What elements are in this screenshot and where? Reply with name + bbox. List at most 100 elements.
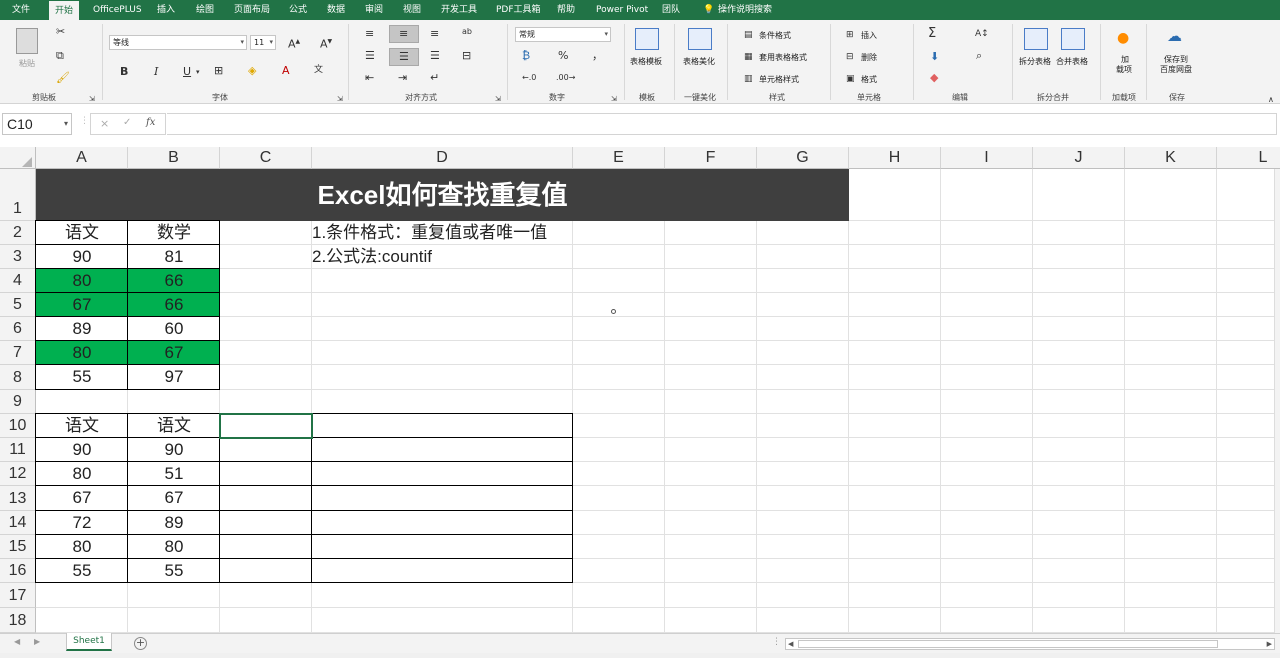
scroll-right-arrow-icon[interactable]: ▶ xyxy=(1267,639,1272,649)
percent-button[interactable]: % xyxy=(558,50,568,62)
borders-icon[interactable]: ⊞ xyxy=(214,65,223,77)
tab-insert[interactable]: 插入 xyxy=(157,0,175,20)
tab-draw[interactable]: 绘图 xyxy=(196,0,214,20)
name-box[interactable]: C10 ▾ xyxy=(2,113,72,135)
tab-review[interactable]: 审阅 xyxy=(365,0,383,20)
table1-cell[interactable]: 90 xyxy=(36,245,128,269)
tab-formulas[interactable]: 公式 xyxy=(289,0,307,20)
table2-header[interactable]: 语文 xyxy=(36,414,128,438)
tab-officeplus[interactable]: OfficePLUS xyxy=(93,0,142,20)
scroll-left-arrow-icon[interactable]: ◀ xyxy=(788,639,793,649)
row-header-4[interactable]: 4 xyxy=(0,269,36,293)
row-header-3[interactable]: 3 xyxy=(0,245,36,269)
increase-decimal-icon[interactable]: ←.0 xyxy=(522,72,536,84)
table-template-button[interactable]: 表格模板 xyxy=(630,56,662,67)
save-to-cloud-line2[interactable]: 百度网盘 xyxy=(1160,64,1192,75)
format-painter-icon[interactable]: 🖌 xyxy=(56,72,70,84)
tab-pdf-tools[interactable]: PDF工具箱 xyxy=(496,0,541,20)
note-countif[interactable]: 2.公式法:countif xyxy=(312,245,432,269)
align-top-icon[interactable]: ≡ xyxy=(365,28,374,40)
increase-font-icon[interactable]: A▲ xyxy=(288,36,300,51)
delete-cells-button[interactable]: 删除 xyxy=(861,52,877,63)
table2-cell[interactable]: 67 xyxy=(36,486,128,510)
currency-icon[interactable]: ₿ xyxy=(522,50,530,62)
table1-cell[interactable]: 80 xyxy=(36,341,128,365)
sheet-tab-sheet1[interactable]: Sheet1 xyxy=(66,633,112,651)
baidu-cloud-icon[interactable]: ☁ xyxy=(1167,29,1182,44)
worksheet-grid[interactable]: A B C D E F G H I J K L 1 2 3 4 5 6 7 8 9 10 11 12 13 14 15 16 17 18 E… xyxy=(0,147,1280,633)
row-header-14[interactable]: 14 xyxy=(0,511,36,535)
orientation-icon[interactable]: ab xyxy=(462,26,472,38)
column-header-j[interactable]: J xyxy=(1033,147,1125,169)
table2-cell[interactable]: 89 xyxy=(128,511,220,535)
table1-cell[interactable]: 81 xyxy=(128,245,220,269)
underline-button[interactable]: U xyxy=(183,66,191,78)
number-format-select[interactable]: 常规 ▾ xyxy=(515,27,611,42)
table1-cell[interactable]: 89 xyxy=(36,317,128,341)
scrollbar-thumb[interactable] xyxy=(798,640,1218,648)
enter-button[interactable]: ✓ xyxy=(123,117,131,128)
table2-cell[interactable]: 90 xyxy=(128,438,220,462)
row-header-15[interactable]: 15 xyxy=(0,535,36,559)
tab-data[interactable]: 数据 xyxy=(327,0,345,20)
table1-cell[interactable]: 97 xyxy=(128,365,220,389)
table2-cell[interactable]: 80 xyxy=(128,535,220,559)
decrease-decimal-icon[interactable]: .00→ xyxy=(556,72,575,84)
row-header-10[interactable]: 10 xyxy=(0,414,36,438)
align-right-icon[interactable]: ☰ xyxy=(430,50,440,62)
scroll-right-icon[interactable]: ▶ xyxy=(34,637,40,646)
cancel-button[interactable]: × xyxy=(100,117,109,130)
paste-icon[interactable] xyxy=(16,28,38,54)
table2-cell[interactable]: 51 xyxy=(128,462,220,486)
table1-cell[interactable]: 55 xyxy=(36,365,128,389)
row-header-16[interactable]: 16 xyxy=(0,559,36,583)
row-header-5[interactable]: 5 xyxy=(0,293,36,317)
merge-table-button[interactable]: 合并表格 xyxy=(1056,56,1088,67)
alignment-launcher-icon[interactable]: ⇲ xyxy=(495,93,501,105)
decrease-indent-icon[interactable]: ⇤ xyxy=(365,72,374,84)
row-header-1[interactable]: 1 xyxy=(0,169,36,221)
find-select-icon[interactable]: ⌕ xyxy=(976,50,982,62)
add-sheet-button[interactable]: + xyxy=(134,637,147,650)
align-left-icon[interactable]: ☰ xyxy=(365,50,375,62)
row-header-8[interactable]: 8 xyxy=(0,365,36,390)
table1-cell[interactable]: 66 xyxy=(128,293,220,317)
column-header-d[interactable]: D xyxy=(312,147,573,169)
table2-header[interactable]: 语文 xyxy=(128,414,220,438)
insert-cells-button[interactable]: 插入 xyxy=(861,30,877,41)
column-header-a[interactable]: A xyxy=(36,147,128,169)
tab-page-layout[interactable]: 页面布局 xyxy=(234,0,270,20)
note-conditional-format[interactable]: 1.条件格式：重复值或者唯一值 xyxy=(312,221,547,245)
table2-cell[interactable]: 67 xyxy=(128,486,220,510)
conditional-format-button[interactable]: 条件格式 xyxy=(759,30,791,41)
italic-button[interactable]: I xyxy=(154,66,158,78)
row-header-13[interactable]: 13 xyxy=(0,486,36,511)
font-color-icon[interactable]: A xyxy=(282,65,290,77)
sheet-title[interactable]: Excel如何查找重复值 xyxy=(36,169,849,221)
selected-cell-c10[interactable] xyxy=(219,413,313,439)
autosum-icon[interactable]: Σ xyxy=(928,27,936,40)
addin-button-line2[interactable]: 载项 xyxy=(1116,64,1132,75)
merge-center-icon[interactable]: ⊟ xyxy=(462,50,471,62)
row-header-12[interactable]: 12 xyxy=(0,462,36,486)
scroll-left-icon[interactable]: ◀ xyxy=(14,637,20,646)
fill-color-icon[interactable]: ◈ xyxy=(248,65,256,77)
column-header-h[interactable]: H xyxy=(849,147,941,169)
tab-help[interactable]: 帮助 xyxy=(557,0,575,20)
align-bottom-icon[interactable]: ≡ xyxy=(430,28,439,40)
increase-indent-icon[interactable]: ⇥ xyxy=(398,72,407,84)
table-beautify-button[interactable]: 表格美化 xyxy=(683,56,715,67)
decrease-font-icon[interactable]: A▼ xyxy=(320,36,332,51)
column-header-c[interactable]: C xyxy=(220,147,312,169)
horizontal-scrollbar[interactable]: ◀ ▶ xyxy=(785,638,1275,650)
clipboard-launcher-icon[interactable]: ⇲ xyxy=(89,93,95,105)
tab-split-handle[interactable]: ⋮ xyxy=(772,637,781,647)
row-header-6[interactable]: 6 xyxy=(0,317,36,341)
merge-table-icon[interactable] xyxy=(1061,28,1085,50)
split-table-button[interactable]: 拆分表格 xyxy=(1019,56,1051,67)
font-launcher-icon[interactable]: ⇲ xyxy=(337,93,343,105)
table1-header[interactable]: 语文 xyxy=(36,221,128,245)
table1-cell[interactable]: 80 xyxy=(36,269,128,293)
table1-header[interactable]: 数学 xyxy=(128,221,220,245)
addin-icon[interactable]: ● xyxy=(1117,31,1129,45)
